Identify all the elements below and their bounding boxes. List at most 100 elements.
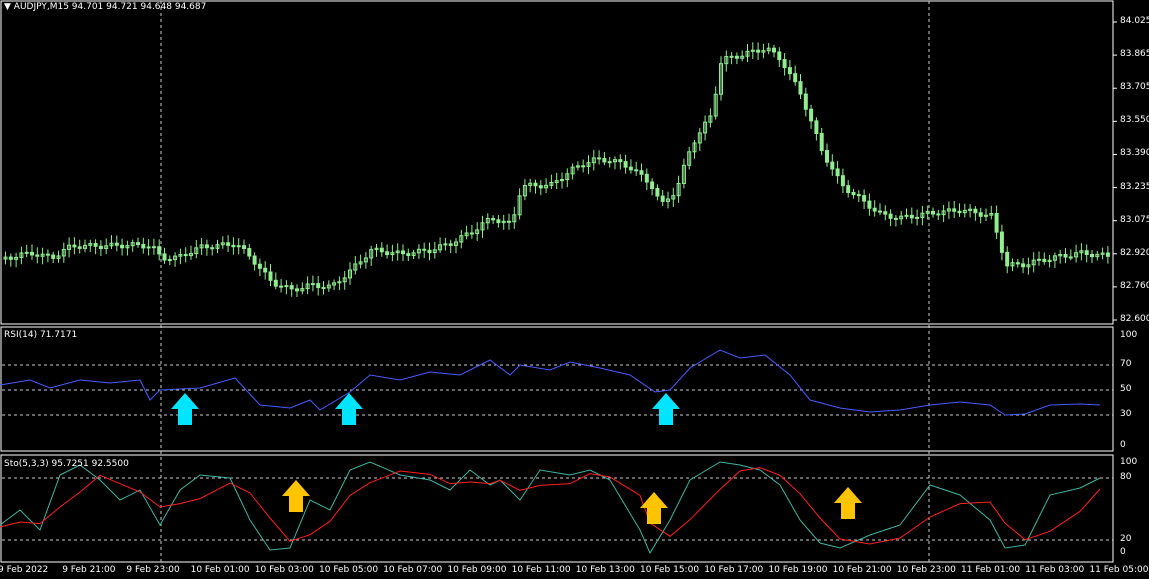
candle-body xyxy=(289,285,294,290)
candle-body xyxy=(273,279,278,287)
candle-body xyxy=(597,157,602,160)
candle-body xyxy=(24,251,29,254)
stochastic-tick: 20 xyxy=(1120,534,1132,544)
candle-body xyxy=(136,242,140,246)
candle-body xyxy=(660,195,665,202)
candle-body xyxy=(496,219,501,224)
candle-body xyxy=(204,244,209,249)
time-tick: 9 Feb 21:00 xyxy=(62,565,116,575)
candle-body xyxy=(787,67,792,75)
time-tick: 10 Feb 13:00 xyxy=(575,565,635,575)
time-tick: 11 Feb 01:00 xyxy=(961,565,1021,575)
candle-body xyxy=(623,161,628,168)
candle-body xyxy=(533,182,538,187)
time-tick: 11 Feb 05:00 xyxy=(1089,565,1149,575)
candle-body xyxy=(819,133,824,152)
candle-body xyxy=(263,267,268,273)
candle-body xyxy=(422,248,427,251)
time-tick: 10 Feb 05:00 xyxy=(319,565,379,575)
time-tick: 10 Feb 19:00 xyxy=(768,565,828,575)
panel-frame xyxy=(0,326,1114,452)
candle-body xyxy=(957,210,962,214)
time-tick: 11 Feb 03:00 xyxy=(1025,565,1085,575)
candle-body xyxy=(893,217,898,220)
time-tick: 9 Feb 23:00 xyxy=(126,565,180,575)
time-tick: 10 Feb 11:00 xyxy=(511,565,571,575)
price-tick: 83.865 xyxy=(1120,49,1149,60)
candle-body xyxy=(994,212,999,233)
candle-body xyxy=(803,93,808,110)
candle-body xyxy=(581,165,586,168)
candle-body xyxy=(114,242,119,246)
rsi-tick: 70 xyxy=(1120,359,1132,369)
candle-body xyxy=(1021,263,1026,268)
candle-body xyxy=(1005,251,1010,267)
candle-body xyxy=(618,159,623,163)
time-tick: 9 Feb 2022 xyxy=(0,565,49,575)
candle-body xyxy=(146,246,151,249)
rsi-tick: 100 xyxy=(1120,330,1138,340)
candle-body xyxy=(639,170,644,175)
candle-body xyxy=(45,253,50,256)
stochastic-main-line xyxy=(0,461,1101,555)
candle-body xyxy=(650,181,655,190)
candle-body xyxy=(756,49,761,53)
candle-body xyxy=(1063,254,1068,258)
chart-canvas[interactable] xyxy=(0,0,1149,579)
up-arrow-icon xyxy=(652,393,680,425)
candle-body xyxy=(909,214,914,219)
price-tick: 83.075 xyxy=(1120,214,1149,225)
candle-body xyxy=(538,185,543,189)
candle-body xyxy=(628,166,633,171)
price-candles[interactable] xyxy=(3,42,1110,298)
candle-body xyxy=(809,108,814,122)
candle-body xyxy=(1037,258,1041,261)
candle-body xyxy=(469,232,474,235)
candle-body xyxy=(835,168,840,177)
candle-body xyxy=(257,263,262,269)
candle-body xyxy=(401,250,405,255)
candle-body xyxy=(51,254,56,259)
candle-body xyxy=(252,255,257,265)
symbol-header[interactable]: ▼ AUDJPY,M15 94.701 94.721 94.648 94.687 xyxy=(4,2,206,12)
time-tick: 10 Feb 07:00 xyxy=(383,565,443,575)
candle-body xyxy=(30,251,34,256)
candle-body xyxy=(634,169,639,172)
time-tick: 10 Feb 03:00 xyxy=(254,565,314,575)
candle-body xyxy=(644,173,649,183)
candle-body xyxy=(915,216,920,219)
stochastic-tick: 80 xyxy=(1120,472,1132,482)
candle-body xyxy=(825,150,829,163)
grid-lines xyxy=(2,1,1117,562)
price-tick: 82.920 xyxy=(1120,247,1149,258)
dropdown-triangle-icon[interactable]: ▼ xyxy=(4,2,11,12)
candle-body xyxy=(268,271,273,281)
candle-body xyxy=(931,210,935,215)
candle-body xyxy=(8,256,13,260)
candle-body xyxy=(846,185,851,193)
up-arrow-icon xyxy=(335,393,363,425)
candle-body xyxy=(814,120,819,135)
time-tick: 10 Feb 15:00 xyxy=(640,565,700,575)
candle-body xyxy=(1015,262,1020,265)
candle-body xyxy=(867,200,872,209)
time-tick: 10 Feb 21:00 xyxy=(832,565,892,575)
candle-body xyxy=(888,213,893,219)
candle-body xyxy=(310,283,315,286)
price-tick: 82.760 xyxy=(1120,280,1149,291)
candle-body xyxy=(798,81,803,95)
rsi-tick: 0 xyxy=(1120,440,1126,450)
candle-body xyxy=(952,208,957,212)
candle-body xyxy=(443,243,448,246)
candle-body xyxy=(379,247,384,253)
candle-body xyxy=(999,231,1004,253)
rsi-header: RSI(14) 71.7171 xyxy=(4,330,78,340)
time-tick: 10 Feb 01:00 xyxy=(190,565,250,575)
candle-body xyxy=(167,259,172,262)
candle-body xyxy=(141,244,146,249)
candle-body xyxy=(793,73,798,83)
candle-body xyxy=(1090,253,1094,258)
candle-body xyxy=(98,245,103,249)
price-tick: 83.390 xyxy=(1120,148,1149,159)
candle-body xyxy=(242,245,246,250)
